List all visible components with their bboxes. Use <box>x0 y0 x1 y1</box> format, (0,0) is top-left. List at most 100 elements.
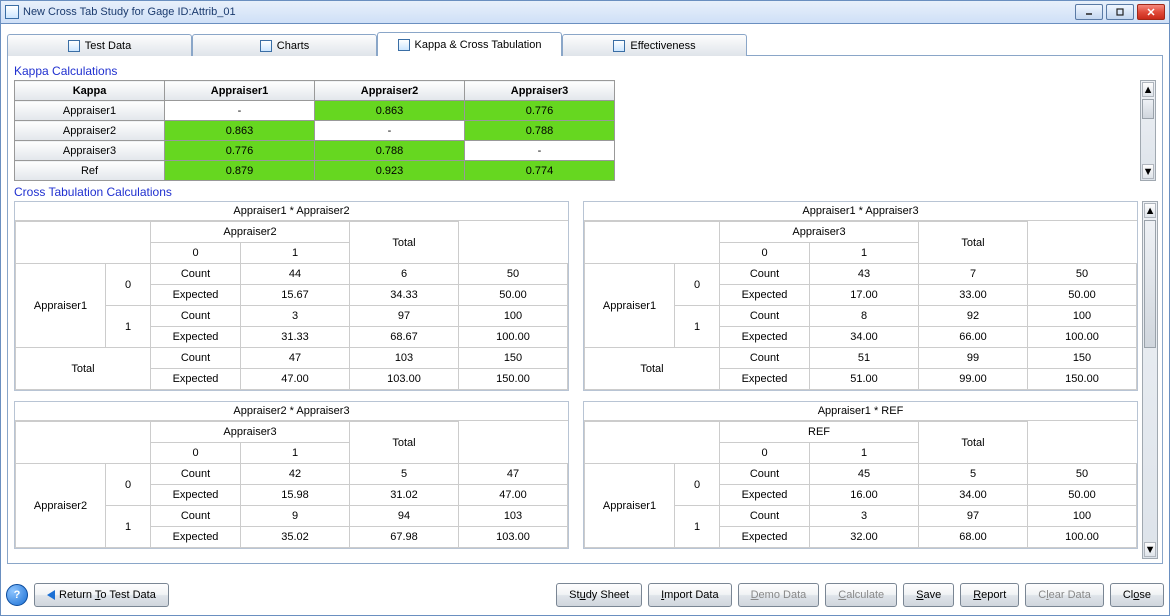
kappa-cell: - <box>315 121 465 141</box>
study-sheet-button[interactable]: Study Sheet <box>556 583 642 607</box>
maximize-button[interactable] <box>1106 4 1134 20</box>
xtab-col-cat: 1 <box>810 243 919 264</box>
xtab-row-cat: 0 <box>106 264 151 306</box>
crosstab-scrollbar[interactable]: ▲ ▼ <box>1142 201 1158 559</box>
kappa-scrollbar[interactable]: ▲ ▼ <box>1140 80 1156 181</box>
xtab-col-cat: 0 <box>151 243 241 264</box>
xtab-cell: 100.00 <box>1028 327 1137 348</box>
scroll-down-icon[interactable]: ▼ <box>1144 542 1156 557</box>
xtab-col-cat: 0 <box>720 243 810 264</box>
xtab-count-label: Count <box>151 506 241 527</box>
xtab-cell: 3 <box>810 506 919 527</box>
kappa-table: Kappa Appraiser1 Appraiser2 Appraiser3 A… <box>14 80 615 181</box>
xtab-cell: 7 <box>919 264 1028 285</box>
crosstab-table: Appraiser3 Total 0 1 Appraiser10 Count 4… <box>584 221 1137 390</box>
xtab-total-header: Total <box>919 222 1028 264</box>
xtab-cell: 15.98 <box>241 485 350 506</box>
xtab-count-label: Count <box>720 348 810 369</box>
kappa-col-header: Appraiser3 <box>465 81 615 101</box>
xtab-count-label: Count <box>720 306 810 327</box>
xtab-cell: 150.00 <box>1028 369 1137 390</box>
report-button[interactable]: Report <box>960 583 1019 607</box>
xtab-row-appraiser: Appraiser1 <box>585 464 675 548</box>
kappa-cell: 0.879 <box>165 161 315 181</box>
kappa-col-header: Kappa <box>15 81 165 101</box>
xtab-cell: 103.00 <box>459 527 568 548</box>
scroll-thumb[interactable] <box>1142 99 1154 119</box>
crosstab-table: REF Total 0 1 Appraiser10 Count 45 5 50 … <box>584 421 1137 548</box>
kappa-row-label: Appraiser2 <box>15 121 165 141</box>
scroll-up-icon[interactable]: ▲ <box>1144 203 1156 218</box>
xtab-row-cat: 1 <box>675 506 720 548</box>
xtab-cell: 50.00 <box>459 285 568 306</box>
xtab-cell: 51 <box>810 348 919 369</box>
titlebar: New Cross Tab Study for Gage ID:Attrib_0… <box>0 0 1170 24</box>
xtab-cell: 103 <box>350 348 459 369</box>
app-icon <box>5 5 19 19</box>
xtab-col-cat: 1 <box>241 243 350 264</box>
close-button[interactable]: Close <box>1110 583 1164 607</box>
tab-kappa-crosstab[interactable]: Kappa & Cross Tabulation <box>377 32 562 56</box>
xtab-row-cat: 1 <box>106 306 151 348</box>
demo-data-button[interactable]: Demo Data <box>738 583 820 607</box>
xtab-count-label: Count <box>151 348 241 369</box>
xtab-cell: 9 <box>241 506 350 527</box>
scroll-down-icon[interactable]: ▼ <box>1142 164 1154 179</box>
xtab-expected-label: Expected <box>151 285 241 306</box>
return-button[interactable]: Return To Test Data <box>34 583 169 607</box>
tab-charts[interactable]: Charts <box>192 34 377 56</box>
tab-effectiveness[interactable]: Effectiveness <box>562 34 747 56</box>
xtab-cell: 35.02 <box>241 527 350 548</box>
xtab-cell: 31.33 <box>241 327 350 348</box>
xtab-count-label: Count <box>151 264 241 285</box>
grid-icon <box>260 40 272 52</box>
kappa-col-header: Appraiser2 <box>315 81 465 101</box>
tab-test-data[interactable]: Test Data <box>7 34 192 56</box>
kappa-cell: 0.788 <box>465 121 615 141</box>
minimize-button[interactable] <box>1075 4 1103 20</box>
btn-label: Import Data <box>661 589 718 601</box>
btn-label: Demo Data <box>751 589 807 601</box>
close-window-button[interactable] <box>1137 4 1165 20</box>
tab-label: Charts <box>277 40 309 52</box>
xtab-col-appraiser: REF <box>720 422 919 443</box>
xtab-col-appraiser: Appraiser3 <box>720 222 919 243</box>
xtab-col-cat: 0 <box>720 443 810 464</box>
xtab-cell: 103.00 <box>350 369 459 390</box>
xtab-cell: 3 <box>241 306 350 327</box>
xtab-row-appraiser: Appraiser1 <box>585 264 675 348</box>
xtab-cell: 99.00 <box>919 369 1028 390</box>
kappa-cell: 0.863 <box>315 101 465 121</box>
kappa-row: Appraiser3 0.776 0.788 - <box>15 141 615 161</box>
xtab-expected-label: Expected <box>720 369 810 390</box>
import-data-button[interactable]: Import Data <box>648 583 731 607</box>
calculate-button[interactable]: Calculate <box>825 583 897 607</box>
kappa-section-title: Kappa Calculations <box>14 60 1156 80</box>
crosstab-box: Appraiser1 * Appraiser3 Appraiser3 Total… <box>583 201 1138 391</box>
scroll-up-icon[interactable]: ▲ <box>1142 82 1154 97</box>
scroll-thumb[interactable] <box>1144 220 1156 348</box>
xtab-cell: 5 <box>350 464 459 485</box>
xtab-total-header: Total <box>919 422 1028 464</box>
grid-icon <box>68 40 80 52</box>
clear-data-button[interactable]: Clear Data <box>1025 583 1104 607</box>
kappa-row: Appraiser1 - 0.863 0.776 <box>15 101 615 121</box>
xtab-cell: 68.67 <box>350 327 459 348</box>
tab-label: Kappa & Cross Tabulation <box>415 39 542 51</box>
xtab-expected-label: Expected <box>720 485 810 506</box>
btn-label: Report <box>973 589 1006 601</box>
return-label: Return To Test Data <box>59 589 156 601</box>
xtab-col-appraiser: Appraiser2 <box>151 222 350 243</box>
xtab-cell: 100 <box>1028 506 1137 527</box>
save-button[interactable]: Save <box>903 583 954 607</box>
grid-icon <box>398 39 410 51</box>
xtab-cell: 92 <box>919 306 1028 327</box>
crosstab-title: Appraiser1 * REF <box>584 402 1137 421</box>
tab-label: Test Data <box>85 40 131 52</box>
xtab-cell: 100.00 <box>459 327 568 348</box>
xtab-count-label: Count <box>151 306 241 327</box>
xtab-count-label: Count <box>720 264 810 285</box>
help-button[interactable]: ? <box>6 584 28 606</box>
xtab-row-cat: 1 <box>106 506 151 548</box>
xtab-col-cat: 1 <box>241 443 350 464</box>
